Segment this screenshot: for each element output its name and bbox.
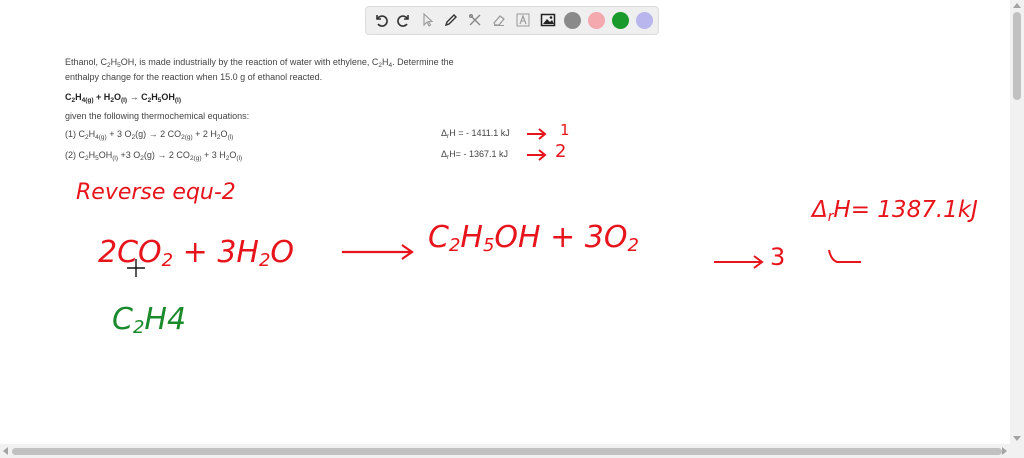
equation-1: (1) C2H4(g) + 3 O2(g) → 2 CO2(g) + 2 H2O… <box>65 129 234 141</box>
color-swatch-gray[interactable] <box>564 12 581 29</box>
vertical-scroll-thumb[interactable] <box>1013 12 1021 100</box>
scroll-down-icon[interactable] <box>1013 436 1021 441</box>
handwritten-enthalpy: ΔrH= 1387.1kJ <box>812 197 978 225</box>
scroll-left-icon[interactable] <box>3 447 8 455</box>
eraser-icon[interactable] <box>490 11 508 29</box>
equation-2-enthalpy: ΔrH= - 1367.1 kJ <box>441 149 508 161</box>
handwritten-ref-3: 3 <box>770 243 786 271</box>
equation-2: (2) C2H5OH(l) +3 O2(g) → 2 CO2(g) + 3 H2… <box>65 150 243 162</box>
horizontal-scrollbar[interactable] <box>0 444 1024 458</box>
cursor-crosshair-icon <box>127 259 145 277</box>
handwritten-equation-right: C2H5OH + 3O2 <box>428 220 639 256</box>
handwritten-reaction-arrow <box>342 244 414 260</box>
scroll-up-icon[interactable] <box>1013 3 1021 8</box>
redo-icon[interactable] <box>395 11 413 29</box>
handwritten-arrow-3 <box>714 255 764 269</box>
tools-icon[interactable] <box>466 11 484 29</box>
color-swatch-green[interactable] <box>612 12 629 29</box>
arrow-1-label: 1 <box>560 121 570 139</box>
main-equation: C2H4(g) + H2O(l) → C2H5OH(l) <box>65 92 181 104</box>
problem-line-1: Ethanol, C2H5OH, is made industrially by… <box>65 57 454 69</box>
horizontal-scroll-thumb[interactable] <box>12 448 1002 455</box>
equation-1-enthalpy: ΔrH = - 1411.1 kJ <box>441 128 510 140</box>
handwritten-underline <box>828 249 861 263</box>
pen-icon[interactable] <box>442 11 460 29</box>
handwritten-reverse: Reverse equ-2 <box>76 180 236 205</box>
drawing-toolbar <box>365 6 659 35</box>
arrow-2-label: 2 <box>555 141 567 162</box>
undo-icon[interactable] <box>372 11 390 29</box>
handwritten-green-formula: C2H4 <box>112 302 187 338</box>
color-swatch-pink[interactable] <box>588 12 605 29</box>
color-swatch-lavender[interactable] <box>636 12 653 29</box>
given-label: given the following thermochemical equat… <box>65 111 250 121</box>
pointer-icon[interactable] <box>418 11 436 29</box>
scroll-right-icon[interactable] <box>1002 447 1007 455</box>
text-icon[interactable] <box>514 11 532 29</box>
vertical-scrollbar[interactable] <box>1010 0 1024 444</box>
image-icon[interactable] <box>539 11 557 29</box>
problem-line-2: enthalpy change for the reaction when 15… <box>65 72 323 82</box>
